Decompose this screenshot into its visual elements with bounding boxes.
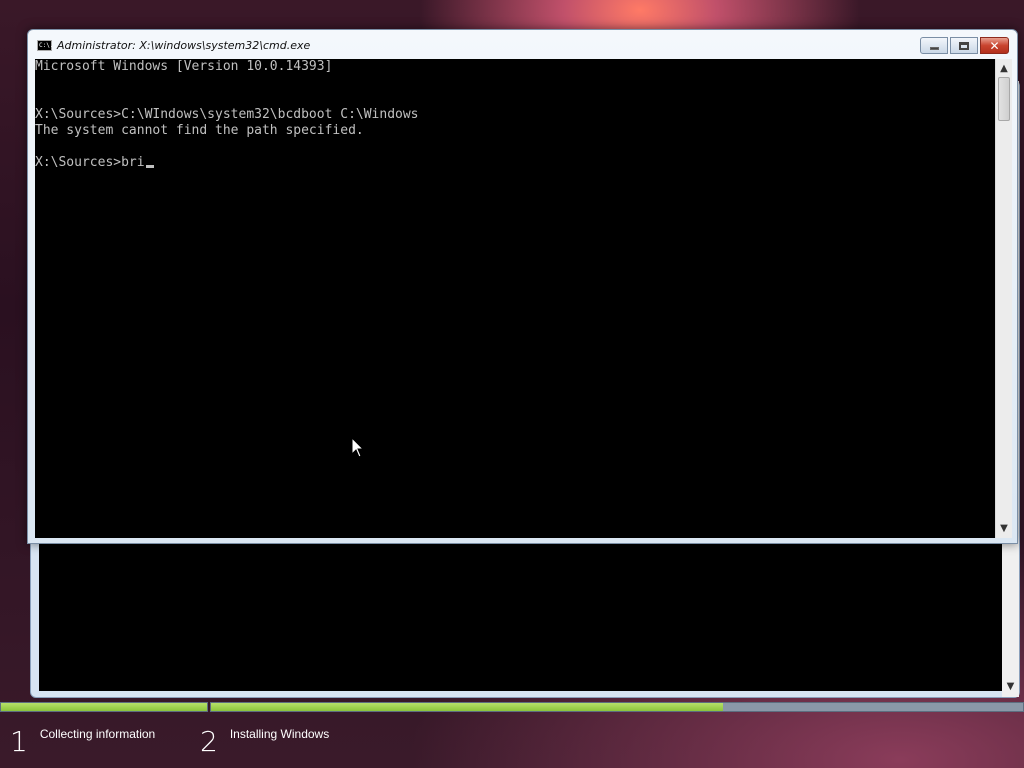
scroll-up-arrow-icon[interactable]: ▲ (996, 60, 1012, 77)
setup-step-installing: 2 Installing Windows (200, 724, 329, 756)
caption-buttons: ✕ (920, 37, 1009, 54)
progress-segment-collecting (0, 702, 208, 712)
vertical-scrollbar[interactable]: ▲ ▼ (995, 59, 1012, 538)
window-title: Administrator: X:\windows\system32\cmd.e… (57, 39, 311, 52)
maximize-button[interactable] (950, 37, 978, 54)
scrollbar-thumb[interactable] (998, 77, 1010, 121)
console-output[interactable]: Microsoft Windows [Version 10.0.14393] X… (35, 59, 995, 538)
text-cursor (145, 165, 154, 168)
progress-segment-installing (210, 702, 1024, 712)
console-line: The system cannot find the path specifie… (35, 123, 364, 138)
close-button[interactable]: ✕ (980, 37, 1009, 54)
step-label: Installing Windows (229, 727, 330, 741)
step-number: 2 (200, 725, 218, 758)
console-prompt-line[interactable]: X:\Sources>bri (35, 155, 154, 171)
title-bar[interactable]: C:\. Administrator: X:\windows\system32\… (28, 30, 1017, 58)
cmd-window[interactable]: C:\. Administrator: X:\windows\system32\… (27, 29, 1018, 544)
mouse-pointer-icon (351, 437, 365, 458)
scroll-down-arrow-icon[interactable]: ▼ (1002, 678, 1019, 695)
progress-fill (1, 703, 207, 711)
console-line: Microsoft Windows [Version 10.0.14393] (35, 59, 333, 74)
minimize-button[interactable] (920, 37, 948, 54)
step-number: 1 (10, 725, 28, 758)
console-input-text: X:\Sources>bri (35, 155, 145, 170)
cmd-icon[interactable]: C:\. (37, 40, 53, 51)
setup-progress-bar (0, 702, 1024, 712)
scroll-down-arrow-icon[interactable]: ▼ (996, 520, 1012, 537)
console-line: X:\Sources>C:\WIndows\system32\bcdboot C… (35, 107, 419, 122)
progress-fill (211, 703, 723, 711)
setup-step-collecting: 1 Collecting information (10, 724, 155, 756)
minimize-icon (929, 46, 939, 50)
close-icon: ✕ (989, 38, 1000, 53)
maximize-icon (959, 41, 969, 50)
step-label: Collecting information (39, 727, 156, 741)
